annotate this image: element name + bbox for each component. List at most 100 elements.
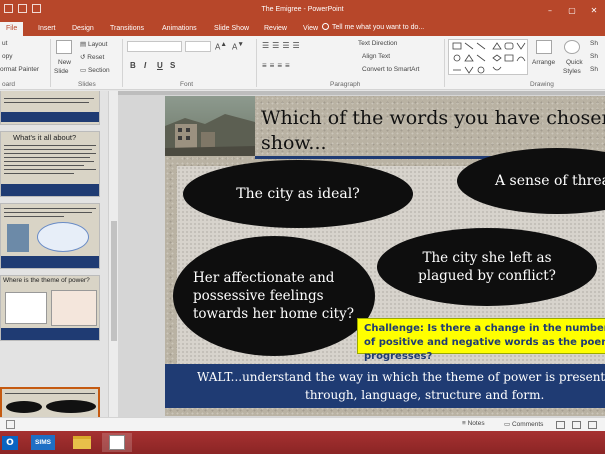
outlook-icon[interactable]: O (0, 433, 20, 452)
tab-animations[interactable]: Animations (162, 23, 197, 36)
title-bar: The Emigree - PowerPoint – ▢ ✕ (0, 0, 605, 20)
window-controls: – ▢ ✕ (539, 0, 605, 20)
ribbon-divider (256, 39, 257, 87)
slide-thumbnail[interactable] (0, 91, 100, 125)
slide-thumbnail[interactable] (0, 203, 100, 269)
close-button[interactable]: ✕ (583, 0, 605, 20)
slide-thumbnail-pane: What's it all about? Where is the theme … (0, 91, 118, 417)
new-slide-icon[interactable] (56, 40, 72, 54)
new-slide-label-2[interactable]: Slide (54, 68, 68, 75)
ribbon-tabs: File Insert Design Transitions Animation… (0, 20, 605, 36)
oval-plagued-by-conflict[interactable]: The city she left as plagued by conflict… (377, 228, 597, 306)
thumbnail-title: What's it all about? (13, 133, 77, 142)
bold-button[interactable]: B (130, 61, 136, 70)
tab-slide-show[interactable]: Slide Show (214, 23, 249, 36)
shapes-icon (452, 42, 526, 74)
thumbnail-title: Where is the theme of power? (3, 277, 90, 284)
scrollbar-thumb[interactable] (111, 221, 117, 341)
powerpoint-taskbar-icon[interactable] (102, 433, 132, 452)
thumbnail-oval (46, 400, 96, 413)
tab-insert[interactable]: Insert (38, 23, 56, 36)
thumbnail-image (7, 224, 29, 252)
font-name-field[interactable] (127, 41, 182, 52)
horizontal-scrollbar[interactable] (118, 91, 605, 95)
ribbon-divider (122, 39, 123, 87)
oval-affectionate-feelings[interactable]: Her affectionate and possessive feelings… (173, 236, 375, 356)
shape-outline-button[interactable]: Sh (590, 53, 598, 60)
layout-button[interactable]: ▤ Layout (80, 40, 107, 48)
slide-sorter-icon[interactable] (572, 421, 581, 429)
notes-button[interactable]: ≡ Notes (462, 420, 485, 427)
clipboard-group-label: oard (2, 81, 16, 88)
status-bar: ≡ Notes ▭ Comments (0, 417, 605, 431)
minimize-button[interactable]: – (539, 0, 561, 20)
reset-button[interactable]: ↺ Reset (80, 53, 104, 61)
paragraph-group-label: Paragraph (330, 81, 361, 88)
spelling-icon[interactable] (6, 420, 15, 429)
quick-styles-icon[interactable] (564, 40, 580, 54)
thumbnail-table (51, 290, 97, 326)
bullets-icon[interactable]: ☰☰☰☰ (262, 41, 303, 50)
new-slide-label[interactable]: New (58, 59, 71, 66)
convert-smartart-button[interactable]: Convert to SmartArt (362, 66, 419, 73)
underline-button[interactable]: U (157, 61, 163, 70)
layout-icon: ▤ (80, 41, 88, 48)
arrange-icon[interactable] (536, 40, 552, 54)
ribbon-divider (50, 39, 51, 87)
slide-thumbnail-selected[interactable] (0, 387, 100, 417)
oval-text: The city she left as plagued by conflict… (418, 250, 556, 284)
grow-font-icon[interactable]: A▲ (215, 41, 227, 52)
font-size-field[interactable] (185, 41, 211, 52)
section-icon: ▭ (80, 67, 88, 74)
reading-view-icon[interactable] (588, 421, 597, 429)
tab-design[interactable]: Design (72, 23, 94, 36)
sims-app-button[interactable]: SIMS (30, 433, 56, 452)
comments-icon: ▭ (504, 421, 512, 428)
walt-banner[interactable]: WALT...understand the way in which the t… (165, 364, 605, 408)
tab-file[interactable]: File (0, 22, 24, 36)
oval-city-as-ideal[interactable]: The city as ideal? (183, 160, 413, 228)
tab-view[interactable]: View (303, 23, 318, 36)
city-image (165, 96, 255, 156)
cut-button[interactable]: ut (2, 40, 7, 47)
slide-thumbnail[interactable]: What's it all about? (0, 131, 100, 197)
format-painter-button[interactable]: ormat Painter (0, 66, 39, 73)
shapes-gallery[interactable] (448, 39, 528, 75)
taskbar: O SIMS (0, 431, 605, 454)
normal-view-icon[interactable] (556, 421, 565, 429)
italic-button[interactable]: I (144, 61, 146, 70)
thumbnail-textbox (5, 292, 47, 324)
quick-styles-label[interactable]: Quick (566, 59, 583, 66)
alignment-icon[interactable]: ≡≡≡≡ (262, 61, 293, 70)
tell-me-text: Tell me what you want to do... (332, 24, 425, 31)
shape-fill-button[interactable]: Sh (590, 40, 598, 47)
quick-styles-label-2[interactable]: Styles (563, 68, 581, 75)
font-group-label: Font (180, 81, 194, 88)
copy-button[interactable]: opy (2, 53, 12, 60)
drawing-group-label: Drawing (530, 81, 554, 88)
lightbulb-icon (322, 23, 329, 30)
restore-button[interactable]: ▢ (561, 0, 583, 20)
walt-line-2: through, language, structure and form. (305, 388, 545, 402)
challenge-box[interactable]: Challenge: Is there a change in the numb… (357, 318, 605, 362)
file-explorer-icon[interactable] (70, 433, 94, 452)
tab-review[interactable]: Review (264, 23, 287, 36)
thumbnail-speech-bubble (37, 222, 89, 252)
current-slide: Which of the words you have chosen show.… (165, 96, 605, 416)
arrange-button[interactable]: Arrange (532, 59, 555, 66)
shadow-button[interactable]: S (170, 61, 175, 70)
slide-thumbnail[interactable]: Where is the theme of power? (0, 275, 100, 341)
oval-text: A sense of threat? (495, 173, 605, 189)
comments-button[interactable]: ▭ Comments (504, 420, 543, 428)
window-title: The Emigree - PowerPoint (261, 6, 344, 13)
shrink-font-icon[interactable]: A▼ (232, 41, 244, 52)
tell-me-box[interactable]: Tell me what you want to do... (322, 23, 424, 31)
tab-transitions[interactable]: Transitions (110, 23, 144, 36)
shape-effects-button[interactable]: Sh (590, 66, 598, 73)
text-direction-button[interactable]: Text Direction (358, 40, 397, 47)
section-button[interactable]: ▭ Section (80, 66, 110, 74)
thumbnail-scrollbar[interactable] (108, 91, 118, 417)
powerpoint-window: The Emigree - PowerPoint – ▢ ✕ File Inse… (0, 0, 605, 454)
walt-line-1: WALT...understand the way in which the t… (197, 370, 605, 384)
align-text-button[interactable]: Align Text (362, 53, 390, 60)
